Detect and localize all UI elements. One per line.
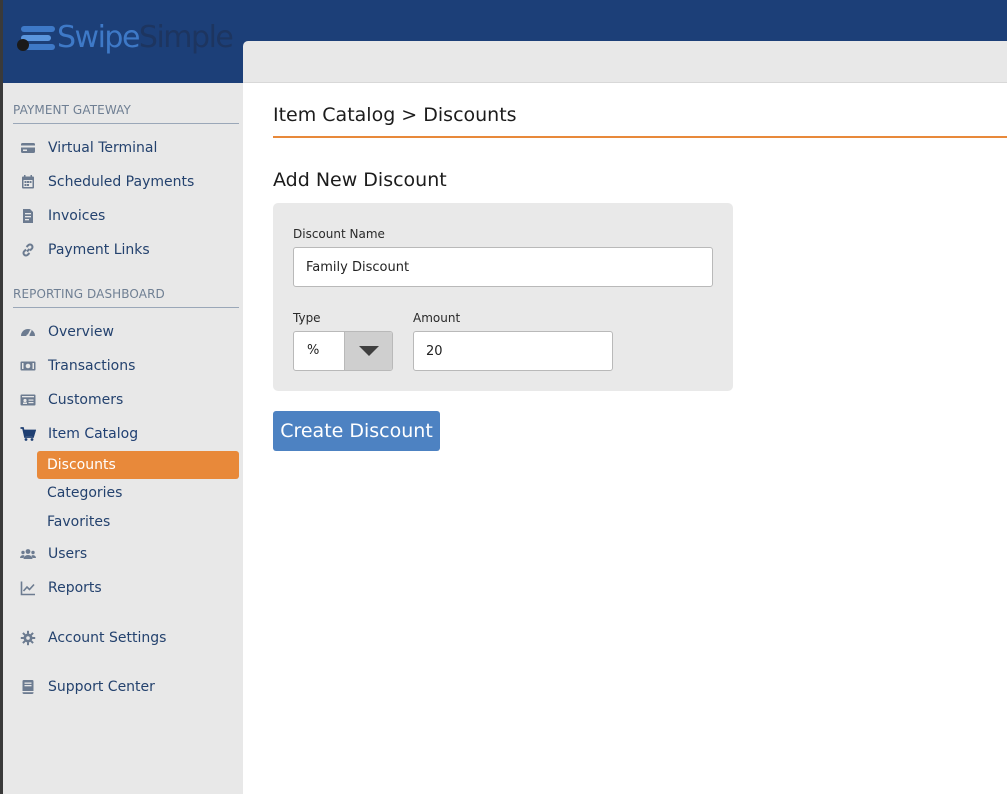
sidebar-item-payment-links[interactable]: Payment Links <box>3 237 243 263</box>
amount-input[interactable]: 20 <box>413 331 613 371</box>
document-icon <box>20 208 36 224</box>
section-title-reporting-dashboard: REPORTING DASHBOARD <box>13 287 239 308</box>
content-header-bar <box>243 41 1007 83</box>
sidebar-item-label: Support Center <box>48 679 155 695</box>
sidebar-item-users[interactable]: Users <box>3 541 243 567</box>
sidebar-item-label: Account Settings <box>48 630 167 646</box>
sidebar-item-transactions[interactable]: Transactions <box>3 353 243 379</box>
type-label: Type <box>293 311 321 325</box>
cart-icon <box>20 426 36 442</box>
calendar-icon <box>20 174 36 190</box>
sidebar-item-label: Payment Links <box>48 242 150 258</box>
create-discount-button[interactable]: Create Discount <box>273 411 440 451</box>
sidebar-item-label: Item Catalog <box>48 426 139 442</box>
sidebar-item-scheduled-payments[interactable]: Scheduled Payments <box>3 169 243 195</box>
sidebar-item-label: Transactions <box>48 358 136 374</box>
money-icon <box>20 358 36 374</box>
add-discount-form: Discount Name Family Discount Type % Amo… <box>273 203 733 391</box>
type-select-value: % <box>307 343 320 358</box>
section-title-payment-gateway: PAYMENT GATEWAY <box>13 103 239 124</box>
sidebar-item-label: Categories <box>47 485 123 501</box>
chevron-down-icon <box>359 346 379 356</box>
chart-icon <box>20 580 36 596</box>
sidebar-subitem-discounts[interactable]: Discounts <box>37 451 239 479</box>
sidebar-item-label: Discounts <box>47 457 116 473</box>
logo-text: SwipeSimple <box>57 20 234 55</box>
amount-label: Amount <box>413 311 461 325</box>
sidebar-item-support-center[interactable]: Support Center <box>3 674 243 700</box>
swipesimple-logo[interactable]: SwipeSimple <box>17 18 234 58</box>
gear-icon <box>20 630 36 646</box>
sidebar-subitem-categories[interactable]: Categories <box>37 479 239 507</box>
sidebar-item-customers[interactable]: Customers <box>3 387 243 413</box>
form-title: Add New Discount <box>273 169 447 191</box>
sidebar-item-label: Customers <box>48 392 124 408</box>
sidebar-item-label: Reports <box>48 580 102 596</box>
credit-card-icon <box>20 140 36 156</box>
main-content: Item Catalog > Discounts Add New Discoun… <box>243 83 1007 794</box>
users-icon <box>20 546 36 562</box>
link-icon <box>20 242 36 258</box>
sidebar-item-item-catalog[interactable]: Item Catalog <box>3 421 243 447</box>
logo-mark-icon <box>17 23 55 53</box>
sidebar: PAYMENT GATEWAY Virtual Terminal Schedul… <box>3 83 243 794</box>
discount-name-label: Discount Name <box>293 227 385 241</box>
sidebar-item-label: Overview <box>48 324 114 340</box>
sidebar-item-label: Users <box>48 546 88 562</box>
sidebar-item-overview[interactable]: Overview <box>3 319 243 345</box>
sidebar-item-label: Scheduled Payments <box>48 174 195 190</box>
sidebar-item-account-settings[interactable]: Account Settings <box>3 625 243 651</box>
sidebar-subitem-favorites[interactable]: Favorites <box>37 508 239 536</box>
sidebar-item-label: Favorites <box>47 514 111 530</box>
book-icon <box>20 679 36 695</box>
discount-name-input[interactable]: Family Discount <box>293 247 713 287</box>
sidebar-item-virtual-terminal[interactable]: Virtual Terminal <box>3 135 243 161</box>
sidebar-item-label: Virtual Terminal <box>48 140 158 156</box>
sidebar-item-reports[interactable]: Reports <box>3 575 243 601</box>
dashboard-icon <box>20 324 36 340</box>
sidebar-item-label: Invoices <box>48 208 106 224</box>
type-select[interactable]: % <box>293 331 393 371</box>
sidebar-item-invoices[interactable]: Invoices <box>3 203 243 229</box>
dropdown-toggle[interactable] <box>344 332 392 370</box>
id-card-icon <box>20 392 36 408</box>
breadcrumb: Item Catalog > Discounts <box>273 104 517 126</box>
breadcrumb-divider <box>273 136 1007 138</box>
